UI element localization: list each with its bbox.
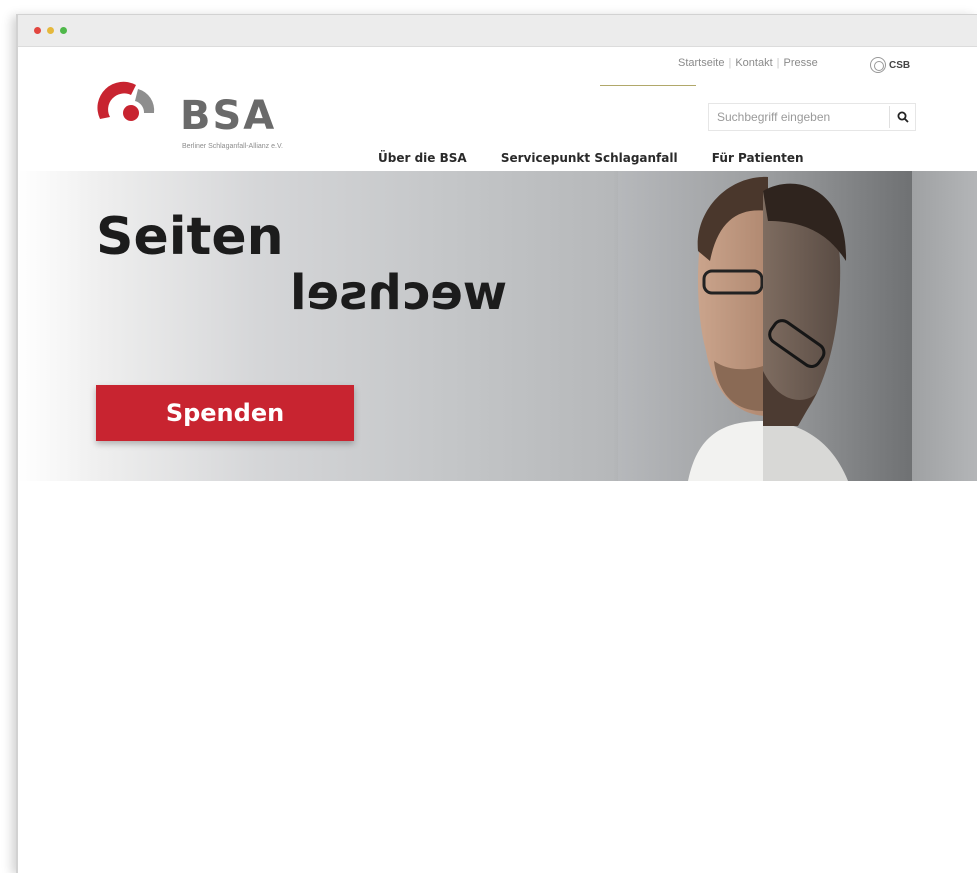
top-utility-nav: Startseite | Kontakt | Presse bbox=[678, 57, 818, 69]
site-header: BSA Berliner Schlaganfall-Allianz e.V. S… bbox=[18, 47, 977, 171]
search-button[interactable] bbox=[889, 106, 915, 128]
bsa-logo[interactable]: BSA Berliner Schlaganfall-Allianz e.V. bbox=[94, 73, 364, 153]
search-box bbox=[708, 103, 916, 131]
maximize-window-dot[interactable] bbox=[60, 27, 67, 34]
logo-tagline: Berliner Schlaganfall-Allianz e.V. bbox=[182, 143, 283, 150]
bsa-logo-mark-icon bbox=[97, 81, 155, 121]
topnav-link-presse[interactable]: Presse bbox=[784, 57, 818, 69]
topnav-link-startseite[interactable]: Startseite bbox=[678, 57, 724, 69]
csb-seal-icon bbox=[870, 57, 886, 73]
hero-right-edge bbox=[912, 171, 977, 481]
search-input[interactable] bbox=[709, 104, 885, 130]
csb-label: CSB bbox=[889, 59, 911, 71]
nav-item-servicepunkt-schlaganfall[interactable]: Servicepunkt Schlaganfall bbox=[501, 151, 678, 165]
hero-portrait-image bbox=[618, 171, 912, 481]
hero-banner: Seiten wechsel Spenden bbox=[18, 171, 977, 481]
window-titlebar bbox=[18, 15, 977, 47]
hero-headline-line1: Seiten bbox=[96, 207, 284, 267]
close-window-dot[interactable] bbox=[34, 27, 41, 34]
topnav-divider: | bbox=[776, 57, 780, 69]
minimize-window-dot[interactable] bbox=[47, 27, 54, 34]
topnav-divider: | bbox=[728, 57, 732, 69]
topnav-link-kontakt[interactable]: Kontakt bbox=[735, 57, 772, 69]
csb-badge[interactable]: CSB bbox=[870, 57, 910, 73]
logo-wordmark: BSA bbox=[180, 93, 277, 139]
browser-window: BSA Berliner Schlaganfall-Allianz e.V. S… bbox=[16, 14, 977, 873]
donate-button[interactable]: Spenden bbox=[96, 385, 354, 441]
hero-headline-line2-mirrored: wechsel bbox=[290, 265, 508, 321]
accent-divider bbox=[600, 85, 696, 86]
nav-item-ueber-die-bsa[interactable]: Über die BSA bbox=[378, 151, 467, 165]
split-face-illustration bbox=[688, 176, 848, 481]
search-icon bbox=[897, 111, 909, 123]
main-navigation: Über die BSA Servicepunkt Schlaganfall F… bbox=[378, 151, 834, 165]
nav-item-fuer-patienten[interactable]: Für Patienten bbox=[712, 151, 804, 165]
